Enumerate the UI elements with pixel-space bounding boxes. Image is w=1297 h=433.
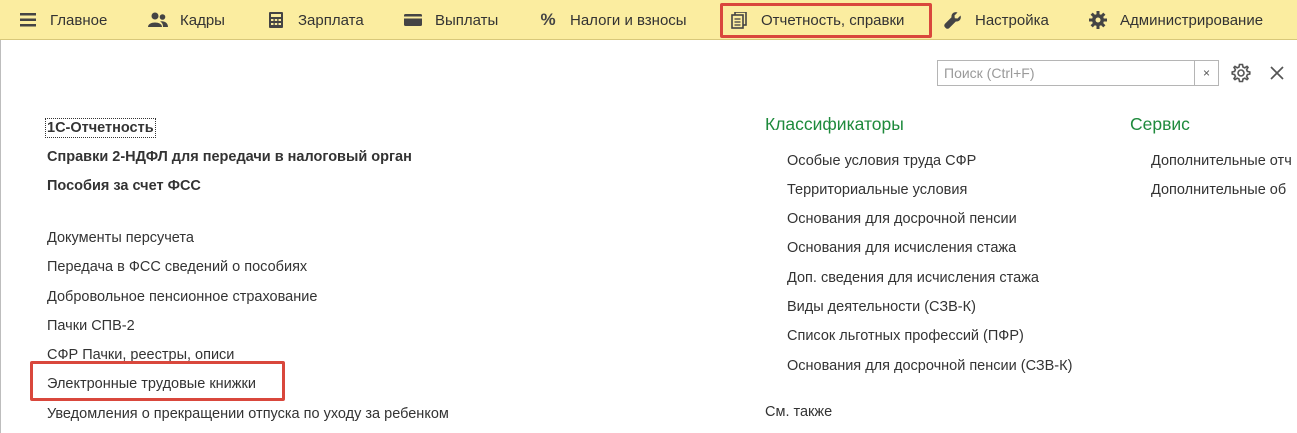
classifier-item[interactable]: Особые условия труда СФР [787,153,976,169]
see-also-link[interactable]: См. также [765,404,832,420]
menu-item-label: Зарплата [298,11,364,29]
menu-item-label: Настройка [975,11,1049,29]
classifier-item[interactable]: Доп. сведения для исчисления стажа [787,270,1039,286]
calculator-icon [266,10,286,30]
link-2ndfl-certificates[interactable]: Справки 2-НДФЛ для передачи в налоговый … [47,149,412,165]
menu-item-label: Отчетность, справки [761,11,905,29]
classifier-item[interactable]: Виды деятельности (СЗВ-К) [787,299,976,315]
people-icon [148,10,168,30]
wallet-icon [403,10,423,30]
classifier-item[interactable]: Основания для исчисления стажа [787,240,1016,256]
menu-item-taxes[interactable]: % Налоги и взносы [538,0,687,40]
link-electronic-work-books[interactable]: Электронные трудовые книжки [47,376,256,392]
menu-item-payments[interactable]: Выплаты [403,0,498,40]
menu-item-administration[interactable]: Администрирование [1088,0,1263,40]
link-personnel-docs[interactable]: Документы персучета [47,230,194,246]
link-1c-reporting[interactable]: 1С-Отчетность [45,118,156,138]
classifier-item[interactable]: Список льготных профессий (ПФР) [787,328,1024,344]
settings-gear-icon [1231,63,1251,87]
gear-icon [1088,10,1108,30]
link-voluntary-pension[interactable]: Добровольное пенсионное страхование [47,289,317,305]
classifier-item[interactable]: Основания для досрочной пенсии [787,211,1017,227]
menu-item-reports[interactable]: Отчетность, справки [729,0,904,40]
window-left-border [0,40,1,433]
close-button[interactable] [1268,64,1286,82]
percent-icon: % [540,10,556,29]
menu-item-main[interactable]: Главное [18,0,107,40]
link-spv2-packs[interactable]: Пачки СПВ-2 [47,318,135,334]
menu-item-salary[interactable]: Зарплата [266,0,364,40]
settings-button[interactable] [1231,63,1251,83]
documents-icon [729,10,749,30]
link-fss-benefits[interactable]: Пособия за счет ФСС [47,178,201,194]
close-icon: × [1202,66,1210,80]
menu-item-settings[interactable]: Настройка [943,0,1049,40]
service-item[interactable]: Дополнительные об [1151,182,1286,198]
menu-item-personnel[interactable]: Кадры [148,0,225,40]
wrench-icon [943,10,963,30]
link-fss-benefit-info[interactable]: Передача в ФСС сведений о пособиях [47,259,307,275]
close-x-icon [1268,66,1286,86]
link-sfr-packs[interactable]: СФР Пачки, реестры, описи [47,347,234,363]
classifier-item[interactable]: Территориальные условия [787,182,967,198]
main-menu-bar: Главное Кадры Зарплата Выплаты % Налоги … [0,0,1297,40]
menu-item-label: Кадры [180,11,225,29]
clear-search-button[interactable]: × [1194,61,1218,85]
classifier-item[interactable]: Основания для досрочной пенсии (СЗВ-К) [787,358,1072,374]
menu-item-label: Главное [50,11,108,29]
menu-item-label: Выплаты [435,11,499,29]
service-title: Сервис [1130,114,1190,134]
classifiers-title: Классификаторы [765,114,904,134]
link-parental-leave-notices[interactable]: Уведомления о прекращении отпуска по ухо… [47,406,449,422]
hamburger-icon [18,10,38,30]
menu-item-label: Администрирование [1120,11,1264,29]
search-box: × [937,60,1219,86]
menu-item-label: Налоги и взносы [570,11,687,29]
search-input[interactable] [938,61,1194,85]
service-item[interactable]: Дополнительные отч [1151,153,1292,169]
